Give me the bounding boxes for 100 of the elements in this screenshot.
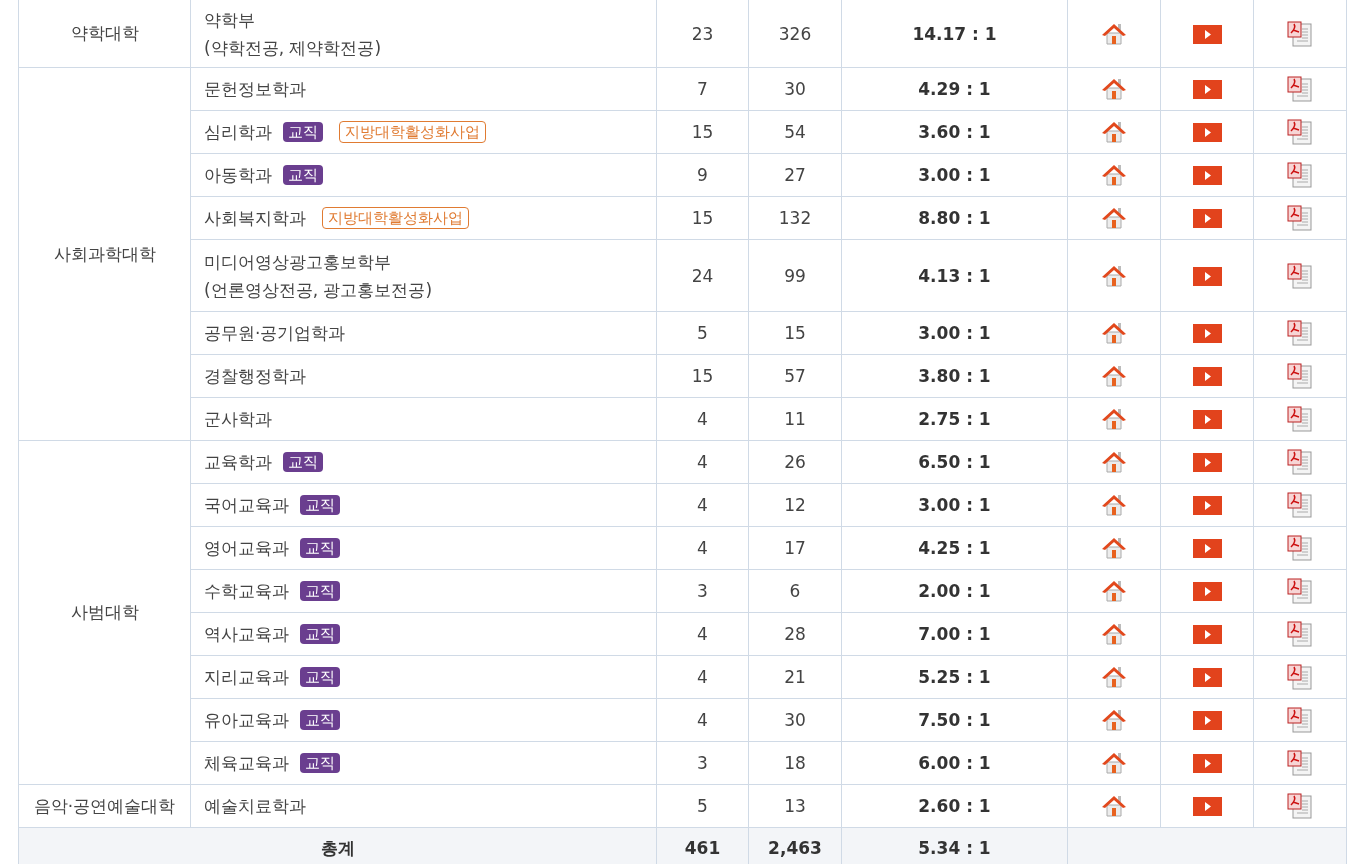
- play-button-icon[interactable]: [1192, 625, 1222, 645]
- house-icon[interactable]: [1101, 163, 1127, 187]
- department-name: 국어교육과: [204, 494, 289, 517]
- total-applicants: 2,463: [748, 827, 842, 864]
- quota-cell: 3: [656, 741, 749, 785]
- play-button-icon[interactable]: [1192, 166, 1222, 186]
- play-button-icon[interactable]: [1192, 367, 1222, 387]
- house-icon[interactable]: [1101, 120, 1127, 144]
- program-tag: 지방대학활성화사업: [339, 121, 486, 143]
- house-icon[interactable]: [1101, 708, 1127, 732]
- pdf-document-icon[interactable]: [1287, 406, 1313, 432]
- department-name: 체육교육과: [204, 752, 289, 775]
- pdf-document-icon[interactable]: [1287, 119, 1313, 145]
- house-icon[interactable]: [1101, 622, 1127, 646]
- quota-cell: 9: [656, 153, 749, 197]
- applicants-cell: 12: [748, 483, 842, 527]
- applicants-cell: 28: [748, 612, 842, 656]
- pdf-document-icon[interactable]: [1287, 621, 1313, 647]
- house-icon[interactable]: [1101, 77, 1127, 101]
- house-icon[interactable]: [1101, 206, 1127, 230]
- department-name: 아동학과: [204, 164, 272, 187]
- play-button-icon[interactable]: [1192, 209, 1222, 229]
- pdf-document-icon[interactable]: [1287, 492, 1313, 518]
- applicants-cell: 21: [748, 655, 842, 699]
- play-button-icon[interactable]: [1192, 324, 1222, 344]
- house-icon[interactable]: [1101, 364, 1127, 388]
- house-icon[interactable]: [1101, 450, 1127, 474]
- house-icon[interactable]: [1101, 751, 1127, 775]
- house-icon[interactable]: [1101, 493, 1127, 517]
- applicants-cell: 30: [748, 698, 842, 742]
- play-button-icon[interactable]: [1192, 80, 1222, 100]
- ratio-cell: 14.17 : 1: [841, 0, 1068, 68]
- department-name: 문헌정보학과: [204, 78, 306, 101]
- pdf-document-icon[interactable]: [1287, 707, 1313, 733]
- house-icon[interactable]: [1101, 579, 1127, 603]
- house-icon[interactable]: [1101, 263, 1127, 288]
- quota-cell: 15: [656, 196, 749, 240]
- department-name: (언론영상전공, 광고홍보전공): [204, 278, 433, 302]
- house-icon[interactable]: [1101, 665, 1127, 689]
- pdf-document-icon[interactable]: [1287, 449, 1313, 475]
- pdf-document-icon[interactable]: [1287, 20, 1313, 47]
- teaching-badge: 교직: [300, 667, 340, 687]
- department-name: 예술치료학과: [204, 795, 306, 818]
- pdf-document-icon[interactable]: [1287, 205, 1313, 231]
- ratio-cell: 4.25 : 1: [841, 526, 1068, 570]
- play-button-icon[interactable]: [1192, 453, 1222, 473]
- total-label: 총계: [18, 827, 657, 864]
- pdf-document-icon[interactable]: [1287, 664, 1313, 690]
- quota-cell: 4: [656, 397, 749, 441]
- applicants-cell: 11: [748, 397, 842, 441]
- pdf-document-icon[interactable]: [1287, 363, 1313, 389]
- applicants-cell: 15: [748, 311, 842, 355]
- play-button-icon[interactable]: [1192, 754, 1222, 774]
- pdf-document-icon[interactable]: [1287, 76, 1313, 102]
- house-icon[interactable]: [1101, 321, 1127, 345]
- quota-cell: 3: [656, 569, 749, 613]
- house-icon[interactable]: [1101, 536, 1127, 560]
- pdf-document-icon[interactable]: [1287, 578, 1313, 604]
- pdf-document-icon[interactable]: [1287, 162, 1313, 188]
- house-icon[interactable]: [1101, 407, 1127, 431]
- department-name: 교육학과: [204, 451, 272, 474]
- play-button-icon[interactable]: [1192, 711, 1222, 731]
- play-button-icon[interactable]: [1192, 668, 1222, 688]
- pdf-document-icon[interactable]: [1287, 320, 1313, 346]
- ratio-cell: 4.29 : 1: [841, 67, 1068, 111]
- teaching-badge: 교직: [300, 753, 340, 773]
- college-cell: 사범대학: [18, 440, 191, 785]
- ratio-cell: 7.00 : 1: [841, 612, 1068, 656]
- teaching-badge: 교직: [283, 165, 323, 185]
- college-cell: 사회과학대학: [18, 67, 191, 441]
- quota-cell: 15: [656, 110, 749, 154]
- pdf-document-icon[interactable]: [1287, 750, 1313, 776]
- play-button-icon[interactable]: [1192, 496, 1222, 516]
- house-icon[interactable]: [1101, 21, 1127, 46]
- department-name: 역사교육과: [204, 623, 289, 646]
- department-name: 군사학과: [204, 408, 272, 431]
- applicants-cell: 99: [748, 239, 842, 312]
- teaching-badge: 교직: [283, 452, 323, 472]
- pdf-document-icon[interactable]: [1287, 535, 1313, 561]
- applicants-cell: 30: [748, 67, 842, 111]
- college-cell: 음악·공연예술대학: [18, 784, 191, 828]
- play-button-icon[interactable]: [1192, 24, 1222, 44]
- program-tag: 지방대학활성화사업: [322, 207, 469, 229]
- pdf-document-icon[interactable]: [1287, 793, 1313, 819]
- applicants-cell: 13: [748, 784, 842, 828]
- pdf-document-icon[interactable]: [1287, 262, 1313, 289]
- ratio-cell: 5.25 : 1: [841, 655, 1068, 699]
- house-icon[interactable]: [1101, 794, 1127, 818]
- applicants-cell: 18: [748, 741, 842, 785]
- play-button-icon[interactable]: [1192, 410, 1222, 430]
- play-button-icon[interactable]: [1192, 123, 1222, 143]
- quota-cell: 7: [656, 67, 749, 111]
- play-button-icon[interactable]: [1192, 539, 1222, 559]
- ratio-cell: 6.00 : 1: [841, 741, 1068, 785]
- play-button-icon[interactable]: [1192, 797, 1222, 817]
- ratio-cell: 3.60 : 1: [841, 110, 1068, 154]
- department-name: 약학부: [204, 8, 255, 32]
- play-button-icon[interactable]: [1192, 266, 1222, 286]
- play-button-icon[interactable]: [1192, 582, 1222, 602]
- applicants-cell: 26: [748, 440, 842, 484]
